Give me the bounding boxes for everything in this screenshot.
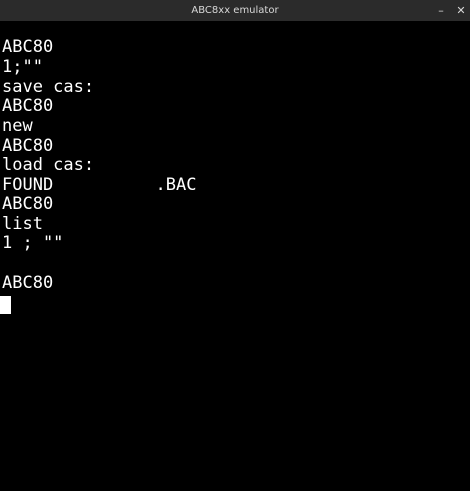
- terminal-line: ABC80: [2, 273, 54, 293]
- window-title: ABC8xx emulator: [191, 5, 279, 16]
- terminal-line: new: [2, 116, 33, 136]
- terminal-line: list: [2, 214, 43, 234]
- terminal-line: save cas:: [2, 77, 95, 97]
- terminal-line: ABC80: [2, 96, 54, 116]
- terminal-line: ABC80: [2, 194, 54, 214]
- title-bar[interactable]: ABC8xx emulator – ✕: [0, 0, 470, 21]
- terminal-line: load cas:: [2, 155, 95, 175]
- terminal-line: FOUND .BAC: [2, 175, 197, 195]
- emulator-window: ABC8xx emulator – ✕ ABC80 1;"" save cas:…: [0, 0, 470, 491]
- terminal-line: ABC80: [2, 136, 54, 156]
- terminal-line: 1 ; "": [2, 233, 64, 253]
- terminal-screen[interactable]: ABC80 1;"" save cas: ABC80 new ABC80 loa…: [0, 37, 470, 491]
- minimize-icon[interactable]: –: [431, 0, 451, 21]
- terminal-line: 1;"": [2, 57, 43, 77]
- text-cursor: [0, 296, 11, 314]
- close-icon[interactable]: ✕: [451, 0, 470, 21]
- terminal-line: ABC80: [2, 37, 54, 57]
